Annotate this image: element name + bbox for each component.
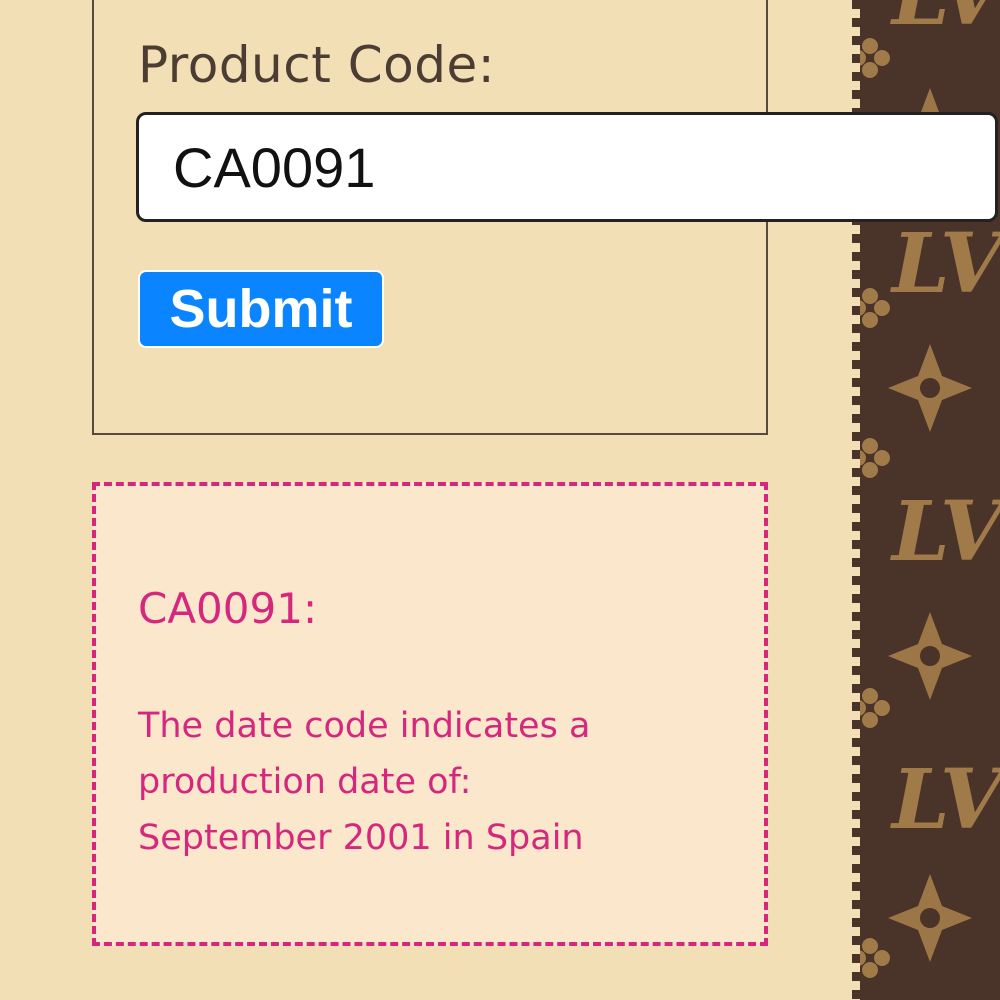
monogram-lv-2: LV	[890, 216, 1000, 312]
result-line-2: production date of:	[138, 762, 472, 802]
product-code-label: Product Code:	[138, 36, 496, 94]
quatrefoil-flower-icon	[860, 288, 890, 328]
diamond-flower-icon	[888, 612, 972, 700]
submit-button[interactable]: Submit	[138, 270, 384, 348]
result-line-1: The date code indicates a	[138, 706, 591, 746]
monogram-lv-3: LV	[890, 484, 1000, 580]
quatrefoil-flower-icon	[860, 938, 890, 978]
diamond-flower-icon	[888, 344, 972, 432]
monogram-lv-4: LV	[890, 752, 1000, 848]
monogram-lv-1: LV	[890, 0, 1000, 44]
result-line-3: September 2001 in Spain	[138, 818, 584, 858]
product-code-input[interactable]	[136, 112, 998, 222]
result-description: The date code indicates a production dat…	[138, 698, 738, 866]
quatrefoil-flower-icon	[860, 688, 890, 728]
quatrefoil-flower-icon	[860, 38, 890, 78]
diamond-flower-icon	[888, 874, 972, 962]
quatrefoil-flower-icon	[860, 438, 890, 478]
result-code: CA0091:	[138, 584, 318, 633]
page: LV LV LV LV	[0, 0, 1000, 1000]
